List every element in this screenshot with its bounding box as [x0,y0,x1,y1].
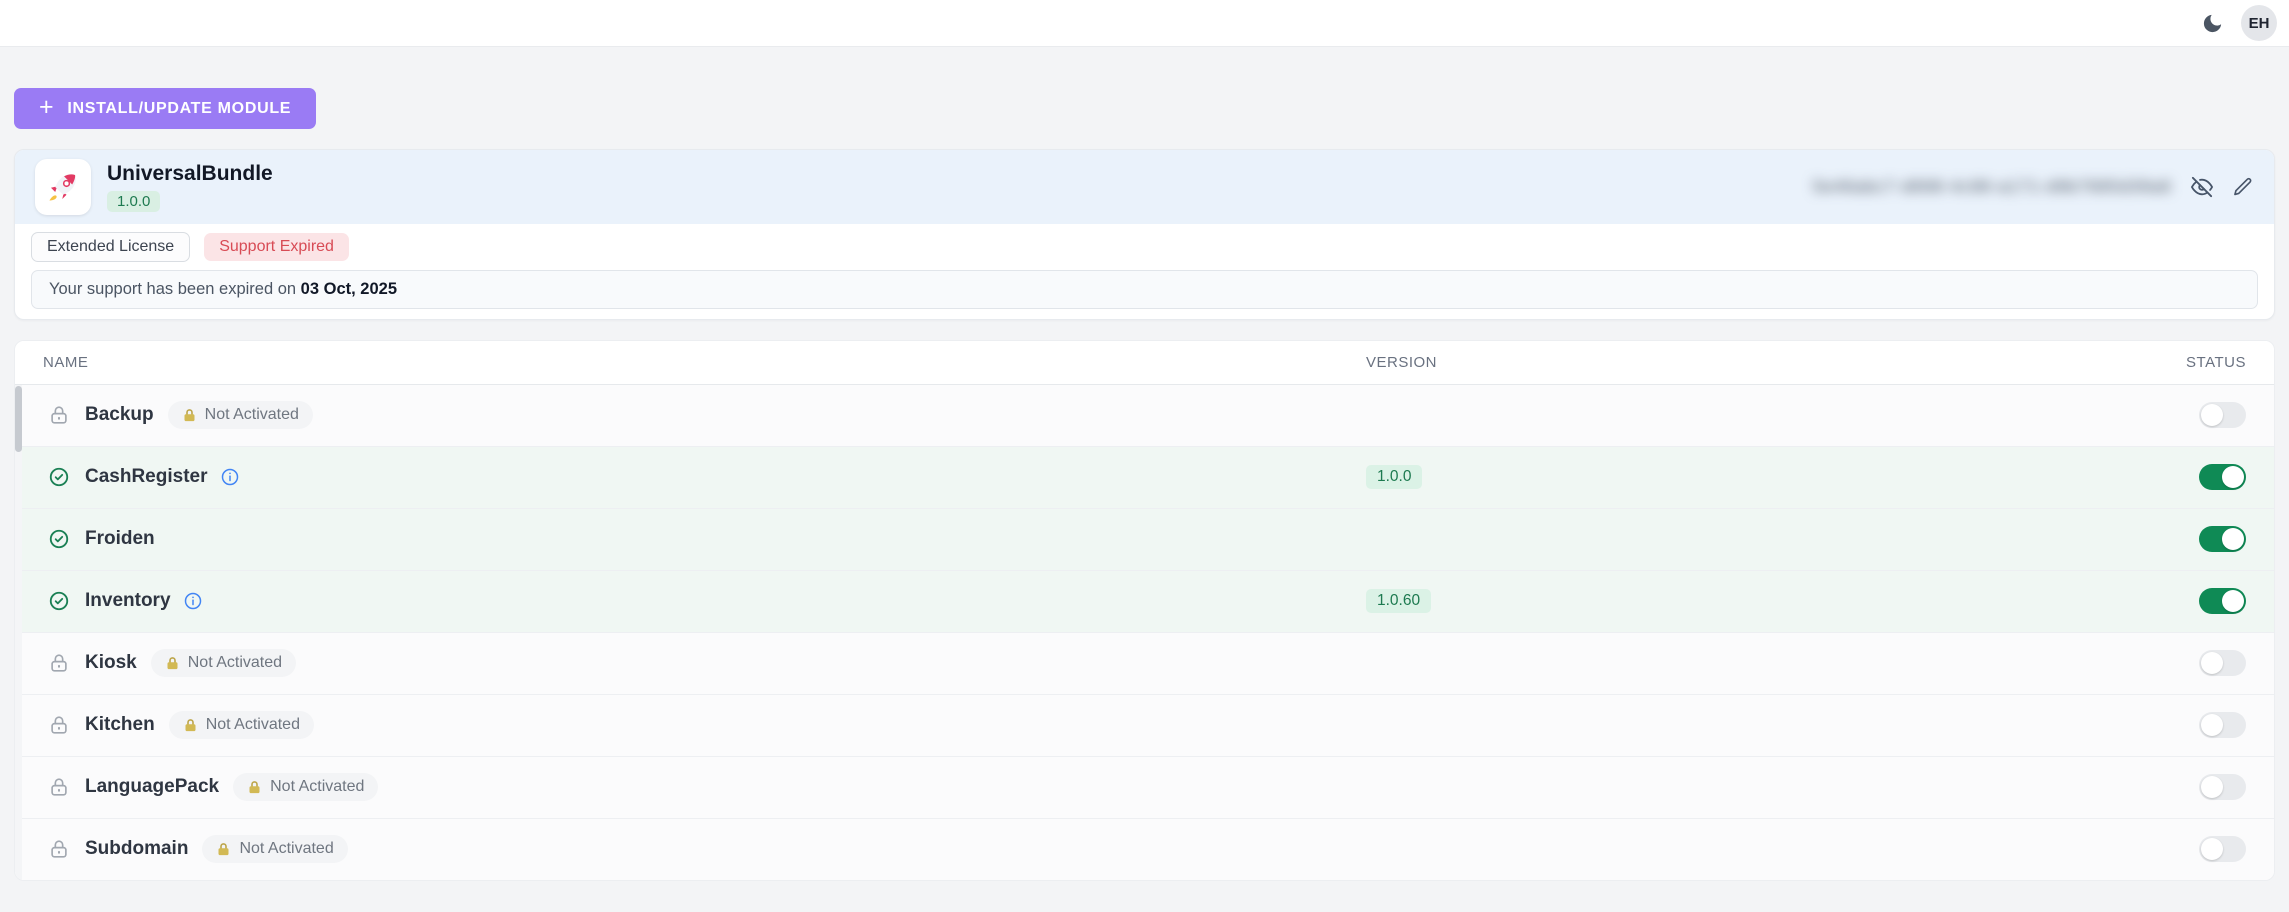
status-badge: Not Activated [169,711,314,739]
module-status-toggle[interactable] [2199,402,2246,428]
info-icon[interactable] [183,591,203,611]
module-status-toggle[interactable] [2199,526,2246,552]
gold-lock-icon [183,718,198,733]
modules-page: + INSTALL/UPDATE MODULE UniversalBundle [0,47,2289,881]
module-name: Kitchen [85,714,155,736]
gold-lock-icon [216,842,231,857]
lock-icon [48,776,70,798]
avatar[interactable]: EH [2241,5,2277,41]
column-header-version: VERSION [1360,341,1915,384]
support-expired-notice: Your support has been expired on 03 Oct,… [31,270,2258,309]
column-header-name: NAME [15,341,1360,384]
table-row: Subdomain Not Activated [15,818,2274,880]
module-card-body: Extended License Support Expired Your su… [15,224,2274,319]
topbar: EH [0,0,2289,47]
table-row: Kiosk Not Activated [15,632,2274,694]
module-name: CashRegister [85,466,208,488]
toggle-knob [2222,528,2244,550]
support-expired-badge: Support Expired [204,233,349,261]
gold-lock-icon [247,780,262,795]
toggle-knob [2201,714,2223,736]
notice-text: Your support has been expired on [49,280,296,298]
module-name: Kiosk [85,652,137,674]
lock-icon [48,714,70,736]
toggle-knob [2201,776,2223,798]
table-row: LanguagePack Not Activated [15,756,2274,818]
gold-lock-icon [182,408,197,423]
status-badge-label: Not Activated [270,778,364,796]
license-key-masked: 5e46abc7-d898-4c98-a171-d9b7685d39a6 [1813,177,2172,197]
table-row: CashRegister 1.0.0 [15,446,2274,508]
info-icon[interactable] [220,467,240,487]
module-name: Inventory [85,590,171,612]
table-row: Backup Not Activated [15,384,2274,446]
module-status-toggle[interactable] [2199,650,2246,676]
vertical-scrollbar[interactable] [15,385,22,880]
version-badge: 1.0.0 [1366,465,1422,489]
status-badge: Not Activated [151,649,296,677]
table-header-row: NAME VERSION STATUS [15,341,2274,384]
status-badge: Not Activated [233,773,378,801]
install-button-label: INSTALL/UPDATE MODULE [67,100,291,118]
column-header-status: STATUS [1915,341,2274,384]
module-card-header: UniversalBundle 1.0.0 5e46abc7-d898-4c98… [15,150,2274,224]
toggle-knob [2222,590,2244,612]
license-type-badge: Extended License [31,232,190,262]
edit-license-button[interactable] [2232,176,2254,198]
notice-date: 03 Oct, 2025 [301,280,397,298]
avatar-initials: EH [2249,15,2270,32]
status-badge-label: Not Activated [188,654,282,672]
module-card: UniversalBundle 1.0.0 5e46abc7-d898-4c98… [14,149,2275,320]
module-name: Subdomain [85,838,188,860]
module-status-toggle[interactable] [2199,774,2246,800]
status-badge: Not Activated [168,401,313,429]
edit-pencil-icon [2232,176,2254,198]
module-status-toggle[interactable] [2199,588,2246,614]
modules-table-card: NAME VERSION STATUS Backup [14,340,2275,881]
lock-icon [48,652,70,674]
module-name: Backup [85,404,154,426]
toggle-knob [2201,652,2223,674]
toggle-knob [2201,838,2223,860]
moon-icon [2201,12,2224,35]
lock-icon [48,838,70,860]
lock-icon [48,404,70,426]
install-update-module-button[interactable]: + INSTALL/UPDATE MODULE [14,88,316,129]
version-badge: 1.0.60 [1366,589,1431,613]
toggle-license-visibility-button[interactable] [2191,176,2213,198]
status-badge: Not Activated [202,835,347,863]
module-title: UniversalBundle [107,162,273,186]
module-status-toggle[interactable] [2199,712,2246,738]
rocket-icon [35,159,91,215]
module-status-toggle[interactable] [2199,464,2246,490]
scrollbar-thumb[interactable] [15,386,22,452]
check-circle-icon [48,466,70,488]
check-circle-icon [48,528,70,550]
module-name: LanguagePack [85,776,219,798]
toggle-knob [2222,466,2244,488]
module-version-badge: 1.0.0 [107,191,160,212]
table-row: Kitchen Not Activated [15,694,2274,756]
module-status-toggle[interactable] [2199,836,2246,862]
theme-toggle-button[interactable] [2201,12,2224,35]
module-name: Froiden [85,528,155,550]
plus-icon: + [39,95,54,120]
status-badge-label: Not Activated [206,716,300,734]
modules-table: NAME VERSION STATUS Backup [15,341,2274,880]
table-row: Inventory 1.0.60 [15,570,2274,632]
table-row: Froiden [15,508,2274,570]
toggle-knob [2201,404,2223,426]
module-table-body: Backup Not Activated [15,384,2274,880]
check-circle-icon [48,590,70,612]
eye-off-icon [2191,176,2213,198]
status-badge-label: Not Activated [205,406,299,424]
gold-lock-icon [165,656,180,671]
status-badge-label: Not Activated [239,840,333,858]
